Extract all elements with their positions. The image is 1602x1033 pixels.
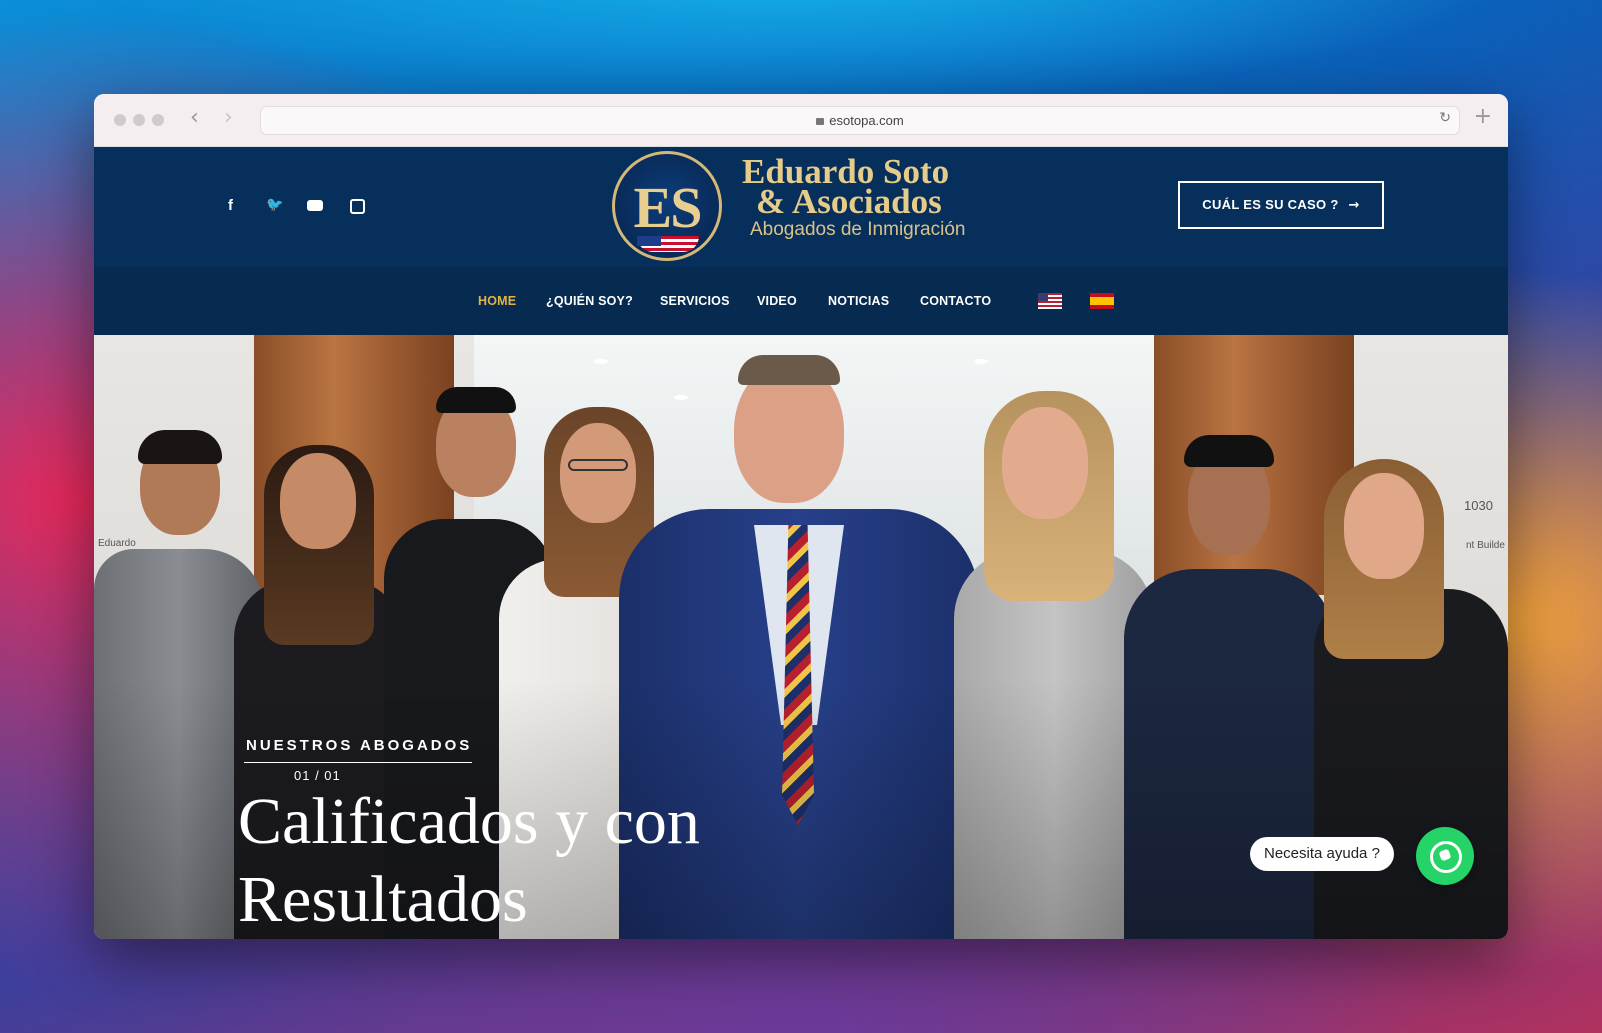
youtube-icon[interactable] <box>307 200 323 211</box>
hero-headline: Calificados y con Resultados <box>238 785 700 936</box>
case-cta-button[interactable]: CUÁL ES SU CASO ? → <box>1178 181 1384 229</box>
arrow-right-icon: → <box>1348 198 1360 213</box>
facebook-icon[interactable]: f <box>228 197 233 214</box>
hero-divider <box>244 762 472 763</box>
nav-item-quien-soy[interactable]: ¿QUIÉN SOY? <box>546 294 633 308</box>
site-header: f 🐦 ES Eduardo Soto & Asociados Abogados… <box>94 147 1508 267</box>
spanish-flag-icon[interactable] <box>1090 293 1114 309</box>
nav-item-noticias[interactable]: NOTICIAS <box>828 294 889 308</box>
close-window-button[interactable] <box>114 114 126 126</box>
new-tab-icon[interactable]: + <box>1474 104 1492 129</box>
reload-icon[interactable]: ↻ <box>1439 110 1451 126</box>
hero-eyebrow: NUESTROS ABOGADOS <box>246 737 473 754</box>
nav-item-video[interactable]: VIDEO <box>757 294 797 308</box>
zoom-window-button[interactable] <box>152 114 164 126</box>
hero-slider: Eduardo 1030 nt Builde NUESTROS ABOGADOS… <box>94 335 1508 939</box>
help-bubble[interactable]: Necesita ayuda ? <box>1250 837 1394 871</box>
nav-item-home[interactable]: HOME <box>478 294 516 308</box>
logo-subtitle: Abogados de Inmigración <box>750 219 966 240</box>
sign-right-text: nt Builde <box>1466 540 1505 551</box>
minimize-window-button[interactable] <box>133 114 145 126</box>
main-nav: HOME ¿QUIÉN SOY? SERVICIOS VIDEO NOTICIA… <box>94 267 1508 335</box>
lock-icon <box>816 118 825 125</box>
logo-initials: ES <box>633 175 703 240</box>
slide-counter: 01 / 01 <box>294 768 341 783</box>
twitter-icon[interactable]: 🐦 <box>266 197 283 213</box>
browser-window: ‹ › esotopa.com ↻ + f 🐦 ES Eduardo Soto … <box>94 94 1508 939</box>
logo-emblem[interactable]: ES <box>612 151 722 261</box>
browser-toolbar: ‹ › esotopa.com ↻ + <box>94 94 1508 147</box>
address-bar[interactable]: esotopa.com ↻ <box>260 106 1460 135</box>
nav-item-servicios[interactable]: SERVICIOS <box>660 294 730 308</box>
instagram-icon[interactable] <box>350 199 365 214</box>
flag-icon <box>637 236 699 252</box>
sign-right-number: 1030 <box>1464 498 1493 513</box>
url-text: esotopa.com <box>829 113 904 128</box>
nav-item-contacto[interactable]: CONTACTO <box>920 294 991 308</box>
forward-icon[interactable]: › <box>224 105 233 130</box>
ceiling-light <box>674 395 688 400</box>
glasses <box>568 459 628 471</box>
sign-left: Eduardo <box>98 538 136 549</box>
logo-name-line2: & Asociados <box>756 182 942 221</box>
cta-label: CUÁL ES SU CASO ? <box>1202 197 1339 212</box>
ceiling-light <box>974 359 988 364</box>
whatsapp-button[interactable] <box>1416 827 1474 885</box>
ceiling-light <box>594 359 608 364</box>
english-flag-icon[interactable] <box>1038 293 1062 309</box>
back-icon[interactable]: ‹ <box>190 105 199 130</box>
